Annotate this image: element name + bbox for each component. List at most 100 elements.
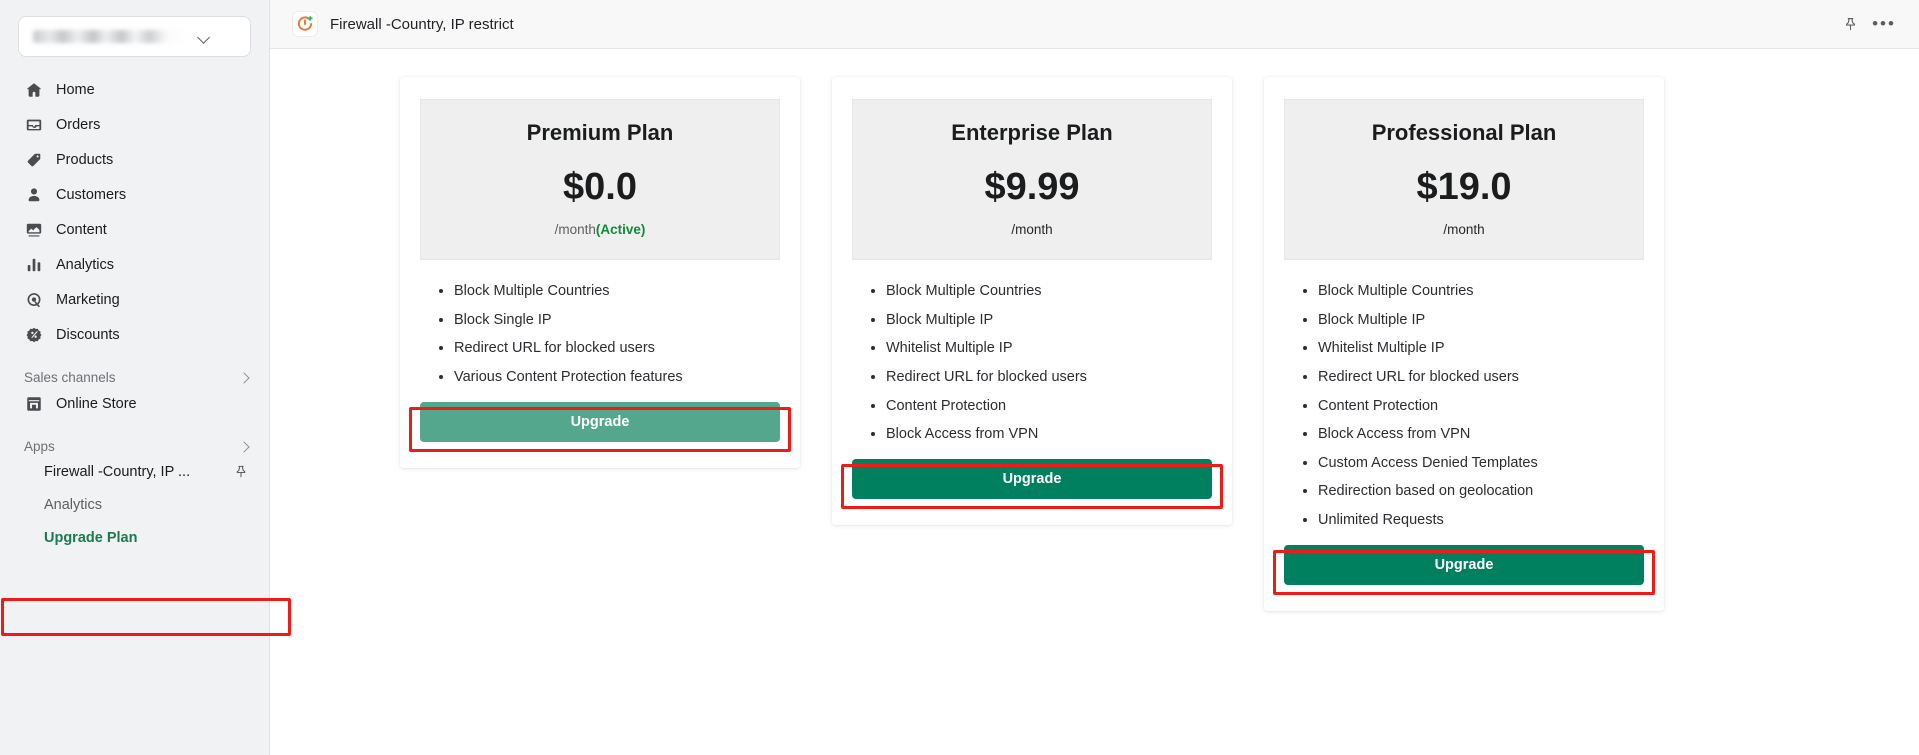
main-content: Firewall -Country, IP restrict ••• Premi…: [270, 0, 1919, 755]
plan-price: $19.0: [1416, 166, 1512, 208]
plan-feature: Block Multiple Countries: [454, 282, 780, 300]
plan-header: Premium Plan $0.0 /month(Active): [420, 99, 780, 260]
sidebar-item-label: Online Store: [56, 396, 137, 412]
app-window: Home Orders Products Customers Content A…: [0, 0, 1919, 755]
orders-icon: [24, 115, 44, 135]
products-tag-icon: [24, 150, 44, 170]
plan-period-text: /month: [1011, 222, 1053, 237]
plan-card-enterprise: Enterprise Plan $9.99 /month Block Multi…: [832, 77, 1232, 526]
sidebar-item-online-store[interactable]: Online Store: [10, 387, 259, 421]
annotation-box-upgrade-plan: [1, 598, 291, 636]
plan-feature: Custom Access Denied Templates: [1318, 454, 1644, 472]
main-nav: Home Orders Products Customers Content A…: [0, 73, 269, 352]
upgrade-button-professional[interactable]: Upgrade: [1284, 545, 1644, 586]
plan-feature: Redirect URL for blocked users: [1318, 368, 1644, 386]
plan-feature: Content Protection: [886, 397, 1212, 415]
marketing-target-icon: [24, 290, 44, 310]
store-name: [33, 30, 188, 43]
sidebar-item-analytics[interactable]: Analytics: [10, 248, 259, 282]
sidebar-item-marketing[interactable]: Marketing: [10, 283, 259, 317]
plan-name: Professional Plan: [1371, 120, 1557, 145]
plan-price: $0.0: [563, 166, 637, 208]
plans-container: Premium Plan $0.0 /month(Active) Block M…: [270, 49, 1919, 612]
discounts-badge-icon: [24, 325, 44, 345]
sidebar-item-label: Content: [56, 222, 107, 238]
sidebar-item-app-analytics[interactable]: Analytics: [10, 489, 259, 521]
plan-button-wrap: Upgrade: [1273, 545, 1655, 596]
customers-person-icon: [24, 185, 44, 205]
sidebar-item-label: Home: [56, 82, 95, 98]
more-dots: •••: [1872, 14, 1896, 33]
sidebar-item-label: Discounts: [56, 327, 120, 343]
storefront-icon: [24, 394, 44, 414]
plan-period: /month: [863, 222, 1201, 237]
plan-feature: Redirection based on geolocation: [1318, 482, 1644, 500]
sidebar-item-label: Orders: [56, 117, 101, 133]
plan-period-text: /month: [1443, 222, 1485, 237]
plan-feature: Redirect URL for blocked users: [454, 339, 780, 357]
firewall-app-icon: [292, 11, 318, 37]
chevron-right-icon: [237, 440, 251, 454]
plan-feature: Block Multiple Countries: [1318, 282, 1644, 300]
plan-feature: Block Access from VPN: [1318, 425, 1644, 443]
plan-card-professional: Professional Plan $19.0 /month Block Mul…: [1264, 77, 1664, 612]
sidebar-item-label: Firewall -Country, IP ...: [44, 464, 191, 480]
plan-feature: Whitelist Multiple IP: [1318, 339, 1644, 357]
upgrade-button-premium[interactable]: Upgrade: [420, 402, 780, 442]
sidebar-item-content[interactable]: Content: [10, 213, 259, 247]
plan-feature: Redirect URL for blocked users: [886, 368, 1212, 386]
apps-section[interactable]: Apps: [24, 439, 251, 454]
plan-feature: Block Multiple Countries: [886, 282, 1212, 300]
plan-features: Block Multiple Countries Block Single IP…: [454, 282, 780, 386]
sidebar-item-customers[interactable]: Customers: [10, 178, 259, 212]
sidebar-item-home[interactable]: Home: [10, 73, 259, 107]
plan-feature: Block Single IP: [454, 311, 780, 329]
analytics-bars-icon: [24, 255, 44, 275]
sidebar-item-orders[interactable]: Orders: [10, 108, 259, 142]
sidebar-item-products[interactable]: Products: [10, 143, 259, 177]
upgrade-button-enterprise[interactable]: Upgrade: [852, 459, 1212, 500]
sales-channels-section[interactable]: Sales channels: [24, 370, 251, 385]
home-icon: [24, 80, 44, 100]
apps-label: Apps: [24, 439, 55, 454]
chevron-down-icon: [196, 29, 212, 45]
sales-channels-label: Sales channels: [24, 370, 116, 385]
pin-icon[interactable]: [1833, 7, 1867, 41]
plan-card-premium: Premium Plan $0.0 /month(Active) Block M…: [400, 77, 800, 468]
sidebar-item-label: Products: [56, 152, 114, 168]
plan-header: Professional Plan $19.0 /month: [1284, 99, 1644, 260]
sidebar-item-label: Analytics: [44, 497, 103, 513]
sidebar-item-label: Analytics: [56, 257, 115, 273]
plan-feature: Block Multiple IP: [886, 311, 1212, 329]
plan-header: Enterprise Plan $9.99 /month: [852, 99, 1212, 260]
plan-features: Block Multiple Countries Block Multiple …: [1318, 282, 1644, 529]
plan-period: /month: [1295, 222, 1633, 237]
content-image-icon: [24, 220, 44, 240]
page-title: Firewall -Country, IP restrict: [330, 15, 514, 33]
plan-feature: Various Content Protection features: [454, 368, 780, 386]
plan-period: /month(Active): [431, 222, 769, 237]
plan-button-wrap: Upgrade: [841, 459, 1223, 510]
sidebar-item-discounts[interactable]: Discounts: [10, 318, 259, 352]
plan-price: $9.99: [984, 166, 1080, 208]
sidebar-item-firewall-app[interactable]: Firewall -Country, IP ...: [10, 456, 259, 488]
plan-button-wrap: Upgrade: [409, 402, 791, 452]
store-switcher[interactable]: [18, 16, 251, 57]
more-horizontal-icon[interactable]: •••: [1867, 7, 1901, 41]
chevron-right-icon: [237, 371, 251, 385]
plan-period-text: /month: [554, 222, 596, 237]
app-topbar: Firewall -Country, IP restrict •••: [270, 0, 1919, 49]
sidebar-item-label: Customers: [56, 187, 127, 203]
sidebar: Home Orders Products Customers Content A…: [0, 0, 291, 755]
plan-features: Block Multiple Countries Block Multiple …: [886, 282, 1212, 443]
plan-feature: Content Protection: [1318, 397, 1644, 415]
plan-feature: Block Access from VPN: [886, 425, 1212, 443]
sidebar-item-label: Marketing: [56, 292, 120, 308]
pin-icon[interactable]: [233, 464, 249, 480]
sidebar-item-label: Upgrade Plan: [44, 530, 138, 546]
sidebar-item-upgrade-plan[interactable]: Upgrade Plan: [10, 522, 259, 554]
plan-name: Premium Plan: [526, 120, 674, 145]
plan-name: Enterprise Plan: [951, 120, 1113, 145]
plan-status-badge: (Active): [595, 222, 646, 237]
plan-feature: Whitelist Multiple IP: [886, 339, 1212, 357]
